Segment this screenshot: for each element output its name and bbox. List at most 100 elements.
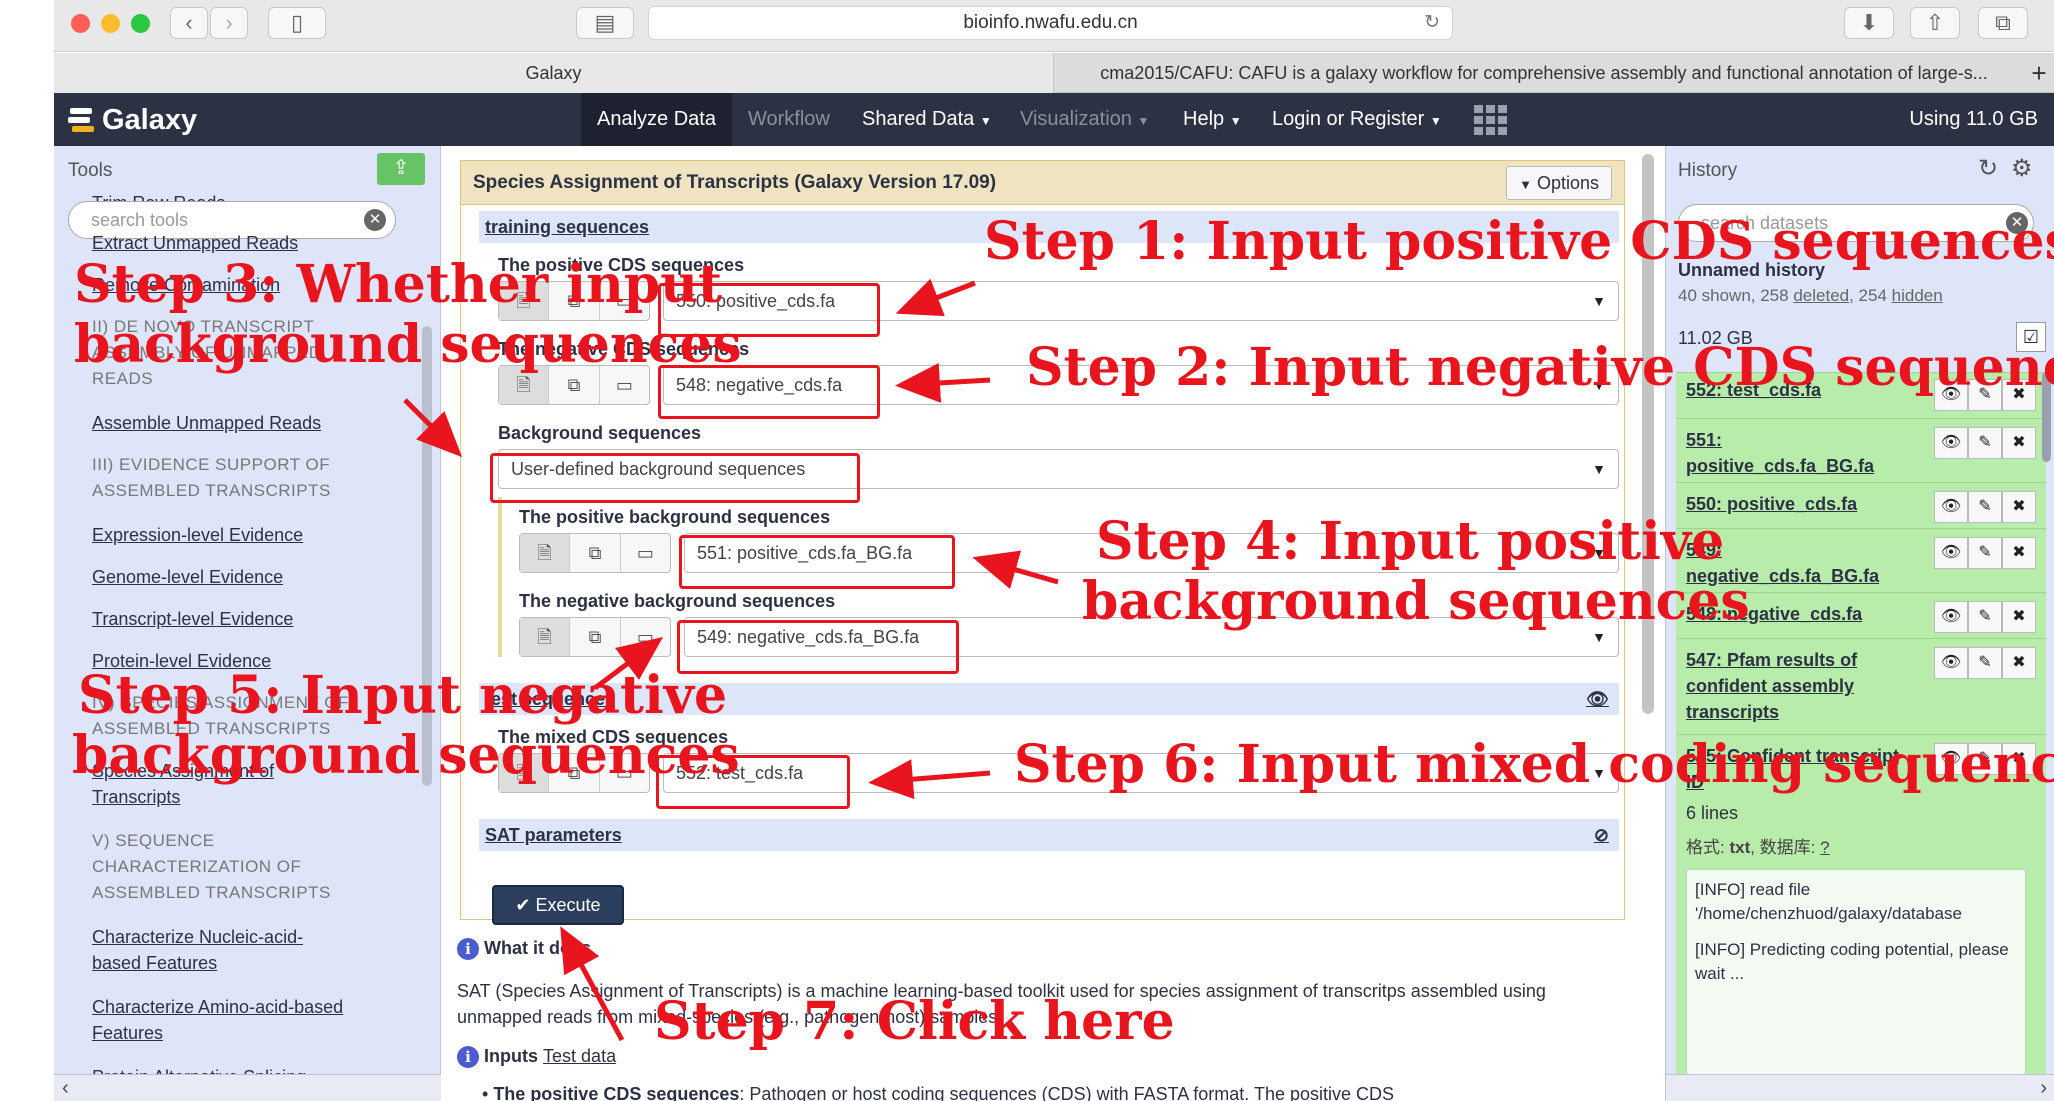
eye-icon[interactable]: 👁 <box>1934 601 1968 633</box>
nav-login-register[interactable]: Login or Register ▼ <box>1256 93 1458 146</box>
section-sequence-characterization: V) SEQUENCE CHARACTERIZATION OF ASSEMBLE… <box>92 831 331 902</box>
delete-icon[interactable]: ✖ <box>2002 647 2036 679</box>
execute-button[interactable]: ✔ Execute <box>492 885 624 925</box>
tool-genome-evidence[interactable]: Genome-level Evidence <box>92 564 283 590</box>
browser-window: ‹ › ▯ ▤ bioinfo.nwafu.edu.cn ↻ ⬇ ⇧ ⧉ Gala… <box>54 0 2054 1101</box>
quota-usage: Using 11.0 GB <box>1909 108 2038 130</box>
minimize-window-button[interactable] <box>101 14 120 33</box>
pos-bg-label: The positive background sequences <box>519 507 831 527</box>
nav-workflow[interactable]: Workflow <box>732 93 846 146</box>
check-icon: ✔ <box>515 895 531 915</box>
inputs-bullet: • The positive CDS sequences: Pathogen o… <box>482 1084 1395 1101</box>
history-item[interactable]: 547: Pfam results of confident assembly … <box>1676 638 2046 734</box>
tool-transcript-evidence[interactable]: Transcript-level Evidence <box>92 606 293 632</box>
nav-analyze-data[interactable]: Analyze Data <box>581 93 732 146</box>
apps-grid-icon[interactable] <box>1474 105 1508 135</box>
chevron-down-icon: ▼ <box>1592 461 1606 477</box>
pencil-icon[interactable]: ✎ <box>1968 647 2002 679</box>
screen-gutter <box>0 0 54 1101</box>
dataset-format: 格式: txt, 数据库: ? <box>1686 838 1830 857</box>
annotation-step2: Step 2: Input negative CDS sequences <box>1026 337 2054 398</box>
conditional-indent-bar <box>498 497 502 657</box>
annotation-step5: Step 5: Input negative background sequenc… <box>72 665 740 786</box>
chevron-down-icon: ▼ <box>1592 293 1606 309</box>
zoom-window-button[interactable] <box>131 14 150 33</box>
deleted-link[interactable]: deleted <box>1793 286 1849 305</box>
nav-visualization[interactable]: Visualization ▼ <box>1004 93 1165 146</box>
eye-icon[interactable]: 👁 <box>1934 491 1968 523</box>
brand-name: Galaxy <box>102 103 198 136</box>
neg-bg-label: The negative background sequences <box>519 591 836 611</box>
options-button[interactable]: ▼ Options <box>1506 166 1612 200</box>
pencil-icon[interactable]: ✎ <box>1968 427 2002 459</box>
refresh-icon[interactable]: ↻ <box>1978 154 1998 183</box>
eye-icon[interactable]: 👁 <box>1586 683 1609 715</box>
pencil-icon[interactable]: ✎ <box>1968 491 2002 523</box>
share-button[interactable]: ⇧ <box>1910 7 1960 39</box>
eye-icon[interactable]: 👁 <box>1934 537 1968 569</box>
delete-icon[interactable]: ✖ <box>2002 601 2036 633</box>
sidebar-toggle-button[interactable]: ▯ <box>268 7 326 39</box>
clear-search-icon[interactable]: ✕ <box>364 209 386 231</box>
annotation-step3: Step 3: Whether input background sequence… <box>74 254 742 375</box>
tool-form-title: Species Assignment of Transcripts (Galax… <box>473 172 997 193</box>
what-it-does-heading: i What it does <box>457 938 591 960</box>
tabs-overview-button[interactable]: ⧉ <box>1978 7 2028 39</box>
downloads-button[interactable]: ⬇ <box>1844 7 1894 39</box>
eye-icon[interactable]: 👁 <box>1934 647 1968 679</box>
inputs-heading: i Inputs Test data <box>457 1046 616 1068</box>
new-tab-button[interactable]: + <box>2024 53 2054 93</box>
gear-icon[interactable]: ⚙ <box>2011 154 2033 183</box>
delete-icon[interactable]: ✖ <box>2002 427 2036 459</box>
tool-panel-collapse[interactable]: ‹ <box>54 1074 441 1101</box>
test-data-link[interactable]: Test data <box>543 1046 616 1066</box>
back-button[interactable]: ‹ <box>170 7 208 39</box>
background-label: Background sequences <box>498 423 702 443</box>
section-evidence-support: III) EVIDENCE SUPPORT OF ASSEMBLED TRANS… <box>92 455 331 500</box>
peek-line-2: [INFO] Predicting coding potential, plea… <box>1695 940 2009 983</box>
dbkey-link[interactable]: ? <box>1820 838 1829 857</box>
nav-shared-data[interactable]: Shared Data ▼ <box>846 93 1008 146</box>
pencil-icon[interactable]: ✎ <box>1968 601 2002 633</box>
pos-bg-source-buttons[interactable]: 🗎 ⧉ ▭ <box>519 533 671 573</box>
forward-button[interactable]: › <box>210 7 248 39</box>
tab-cafu[interactable]: cma2015/CAFU: CAFU is a galaxy workflow … <box>1064 53 2024 93</box>
tool-assemble-unmapped-reads[interactable]: Assemble Unmapped Reads <box>92 410 321 436</box>
annotation-step1: Step 1: Input positive CDS sequences <box>984 211 2054 272</box>
hidden-link[interactable]: hidden <box>1892 286 1943 305</box>
eye-icon[interactable]: 👁 <box>1934 427 1968 459</box>
peek-line-1: [INFO] read file '/home/chenzhuod/galaxy… <box>1695 880 1962 923</box>
tool-amino-acid-features[interactable]: Characterize Amino-acid-based Features <box>92 994 402 1046</box>
tab-galaxy[interactable]: Galaxy <box>54 53 1054 93</box>
upload-button[interactable]: ⇪ <box>377 153 425 185</box>
delete-icon[interactable]: ✖ <box>2002 491 2036 523</box>
tool-form-header: Species Assignment of Transcripts (Galax… <box>461 161 1624 205</box>
annotation-step7: Step 7: Click here <box>654 991 1175 1052</box>
close-window-button[interactable] <box>71 14 90 33</box>
eye-slash-icon[interactable]: ⊘ <box>1594 819 1609 851</box>
tools-title: Tools <box>68 160 113 181</box>
nav-help[interactable]: Help ▼ <box>1167 93 1258 146</box>
info-icon: i <box>457 1046 479 1068</box>
history-title: History <box>1678 160 1738 181</box>
reader-icon[interactable]: ▤ <box>576 7 634 39</box>
history-item[interactable]: 551: positive_cds.fa_BG.fa 👁 ✎ ✖ <box>1676 418 2046 482</box>
address-bar[interactable]: bioinfo.nwafu.edu.cn ↻ <box>648 6 1453 40</box>
history-panel-collapse[interactable]: › <box>1666 1074 2054 1101</box>
reload-icon[interactable]: ↻ <box>1424 7 1440 39</box>
tool-nucleic-acid-features[interactable]: Characterize Nucleic-acid-based Features <box>92 924 352 976</box>
pencil-icon[interactable]: ✎ <box>1968 537 2002 569</box>
galaxy-logo[interactable]: Galaxy <box>68 103 197 137</box>
tool-extract-unmapped-reads[interactable]: Extract Unmapped Reads <box>92 230 298 256</box>
highlight-background <box>490 453 860 503</box>
history-counts: 40 shown, 258 deleted, 254 hidden <box>1678 286 1943 305</box>
tool-expression-evidence[interactable]: Expression-level Evidence <box>92 522 303 548</box>
section-sat-parameters[interactable]: SAT parameters ⊘ <box>479 819 1619 851</box>
dataset-peek: [INFO] read file '/home/chenzhuod/galaxy… <box>1686 869 2026 1101</box>
delete-icon[interactable]: ✖ <box>2002 537 2036 569</box>
neg-bg-source-buttons[interactable]: 🗎 ⧉ ▭ <box>519 617 671 657</box>
info-icon: i <box>457 938 479 960</box>
browser-toolbar: ‹ › ▯ ▤ bioinfo.nwafu.edu.cn ↻ ⬇ ⇧ ⧉ <box>54 0 2054 52</box>
annotation-step4: Step 4: Input positive background sequenc… <box>1082 511 1750 632</box>
annotation-step6: Step 6: Input mixed coding sequences <box>1014 734 2054 795</box>
